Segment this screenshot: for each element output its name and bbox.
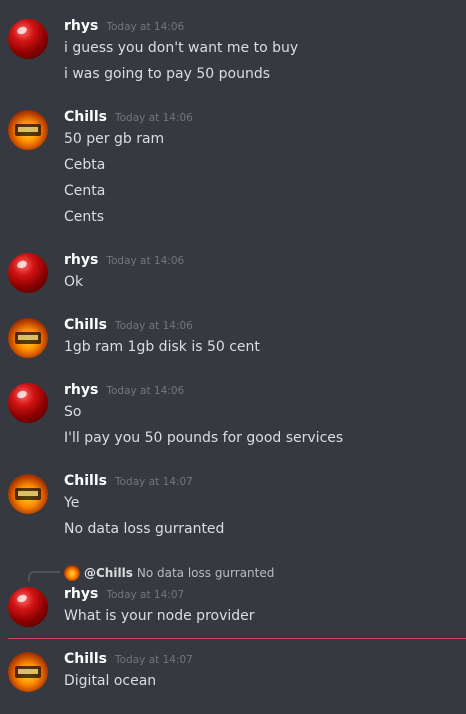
message-text: What is your node provider xyxy=(64,608,255,624)
user-avatar[interactable] xyxy=(8,474,48,514)
message-text: I'll pay you 50 pounds for good services xyxy=(64,430,344,446)
message-text: i guess you don't want me to buy xyxy=(64,40,299,56)
user-avatar[interactable] xyxy=(8,19,48,59)
message-text: So xyxy=(64,404,82,420)
message-header: rhys Today at 14:07 xyxy=(64,586,184,606)
reply-text: No data loss gurranted xyxy=(136,566,275,580)
message-text: No data loss gurranted xyxy=(64,521,225,537)
timestamp: Today at 14:06 xyxy=(106,385,185,397)
message-text: Centa xyxy=(64,183,106,199)
message-header: Chills Today at 14:06 xyxy=(64,109,193,129)
timestamp: Today at 14:07 xyxy=(114,476,193,488)
user-avatar[interactable] xyxy=(8,587,48,627)
user-avatar[interactable] xyxy=(8,383,48,423)
reply-reference[interactable]: @Chills No data loss gurranted xyxy=(64,565,274,581)
message-text: Ok xyxy=(64,274,84,290)
message-text: Digital ocean xyxy=(64,673,157,689)
message-header: Chills Today at 14:07 xyxy=(64,651,193,671)
timestamp: Today at 14:06 xyxy=(114,112,193,124)
username[interactable]: rhys xyxy=(64,252,98,268)
username[interactable]: Chills xyxy=(64,317,107,333)
username[interactable]: Chills xyxy=(64,473,107,489)
message-text: 1gb ram 1gb disk is 50 cent xyxy=(64,339,260,355)
message-text: 50 per gb ram xyxy=(64,131,165,147)
timestamp: Today at 14:06 xyxy=(106,21,185,33)
message-text: Ye xyxy=(64,495,80,511)
message-text: Cebta xyxy=(64,157,106,173)
new-messages-divider xyxy=(8,638,466,639)
user-avatar[interactable] xyxy=(8,652,48,692)
user-avatar[interactable] xyxy=(8,318,48,358)
timestamp: Today at 14:07 xyxy=(106,589,185,601)
reply-avatar xyxy=(64,565,80,581)
user-avatar[interactable] xyxy=(8,253,48,293)
timestamp: Today at 14:07 xyxy=(114,654,193,666)
message-text: Cents xyxy=(64,209,105,225)
timestamp: Today at 14:06 xyxy=(106,255,185,267)
username[interactable]: Chills xyxy=(64,109,107,125)
message-header: rhys Today at 14:06 xyxy=(64,252,184,272)
timestamp: Today at 14:06 xyxy=(114,320,193,332)
username[interactable]: rhys xyxy=(64,586,98,602)
reply-connector xyxy=(28,571,60,581)
username[interactable]: Chills xyxy=(64,651,107,667)
username[interactable]: rhys xyxy=(64,18,98,34)
reply-mention[interactable]: @Chills xyxy=(84,566,133,580)
message-text: i was going to pay 50 pounds xyxy=(64,66,271,82)
message-header: rhys Today at 14:06 xyxy=(64,382,184,402)
message-header: Chills Today at 14:06 xyxy=(64,317,193,337)
user-avatar[interactable] xyxy=(8,110,48,150)
message-header: Chills Today at 14:07 xyxy=(64,473,193,493)
username[interactable]: rhys xyxy=(64,382,98,398)
message-header: rhys Today at 14:06 xyxy=(64,18,184,38)
